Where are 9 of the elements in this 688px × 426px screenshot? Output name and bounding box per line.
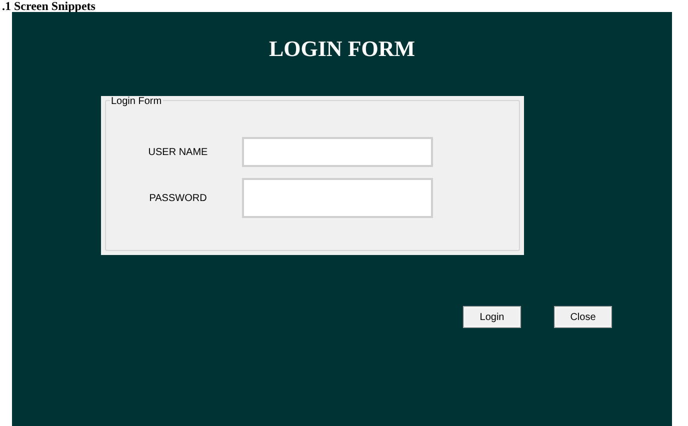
close-button[interactable]: Close bbox=[554, 306, 612, 328]
window-title: LOGIN FORM bbox=[268, 36, 416, 62]
input-field[interactable] bbox=[242, 178, 433, 218]
login-button[interactable]: Login bbox=[463, 306, 521, 328]
field-label: PASSWORD bbox=[148, 192, 208, 206]
input-field[interactable] bbox=[242, 137, 433, 167]
field-label: USER NAME bbox=[147, 146, 209, 160]
group-legend: Login Form bbox=[110, 96, 163, 107]
document-heading: .1 Screen Snippets bbox=[1, 0, 96, 12]
